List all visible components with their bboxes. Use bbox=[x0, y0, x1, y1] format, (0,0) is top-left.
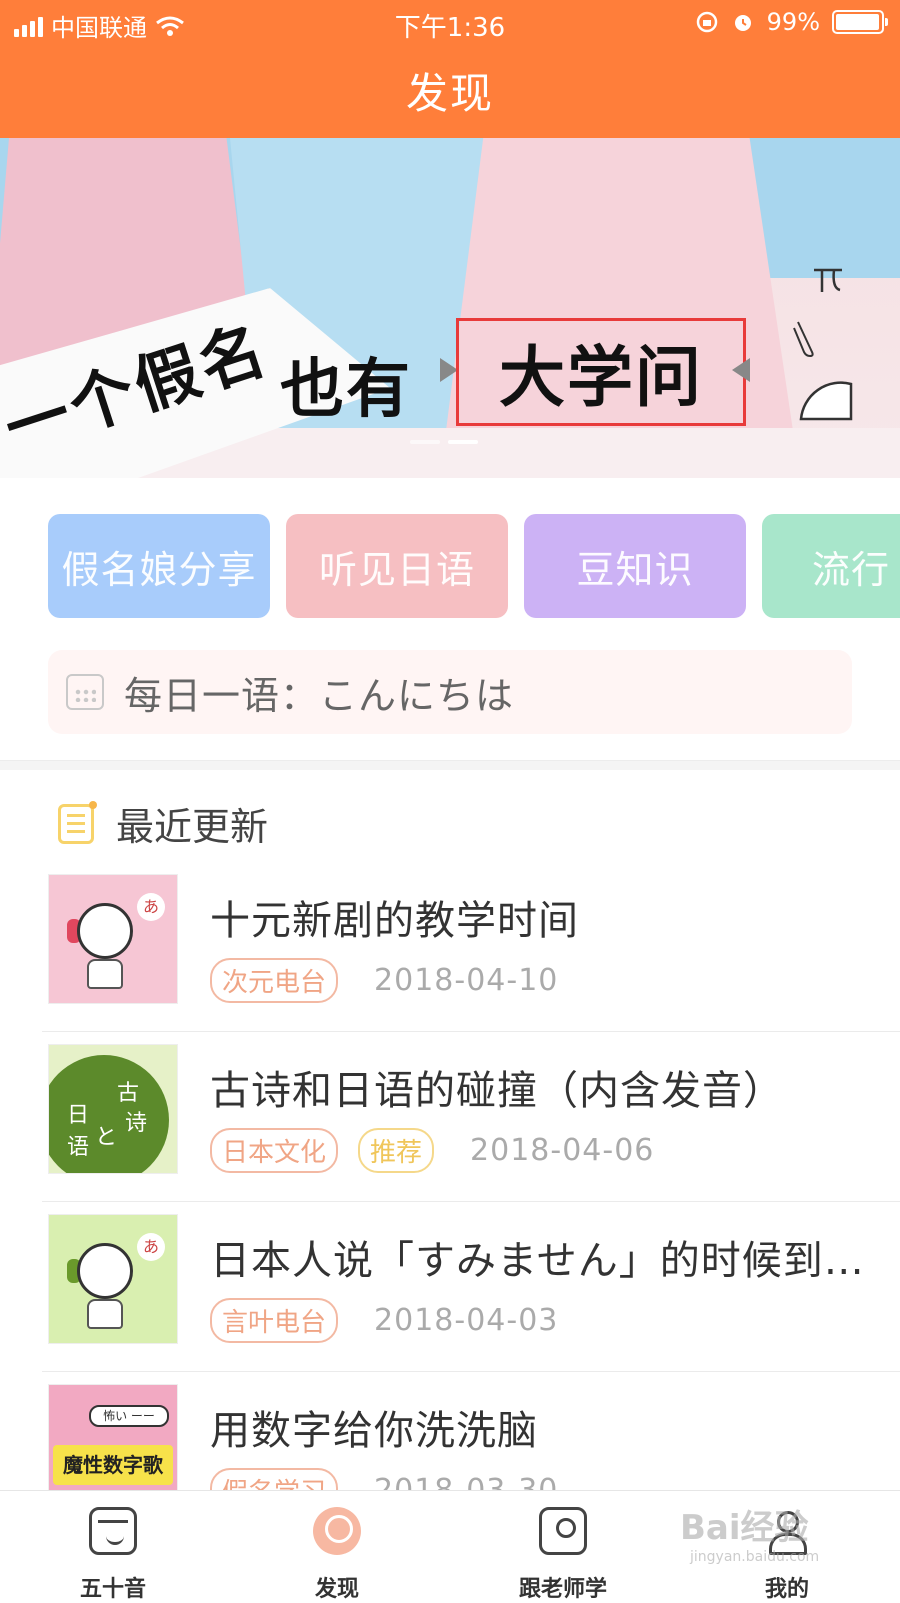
arrow-right-icon bbox=[732, 358, 750, 382]
daily-phrase-bar[interactable]: 每日一语：こんにちは bbox=[48, 650, 852, 734]
category-chip-trivia[interactable]: 豆知识 bbox=[524, 514, 746, 618]
recent-section-title: 最近更新 bbox=[116, 805, 269, 849]
list-item[interactable]: 古 诗 日 と 语 古诗和日语的碰撞（内含发音） 日本文化 推荐 2018-04… bbox=[42, 1032, 900, 1202]
speech-bubble-icon: あ bbox=[137, 1233, 165, 1261]
top-bar: 中国联通 下午1:36 99% 发现 bbox=[0, 0, 900, 138]
item-tag: 日本文化 bbox=[210, 1128, 339, 1173]
daily-phrase-text: 每日一语：こんにちは bbox=[124, 673, 515, 718]
pi-doodle-icon bbox=[814, 268, 842, 292]
teacher-icon bbox=[539, 1507, 587, 1555]
banner-highlight: 大学问 bbox=[456, 318, 746, 426]
tab-teacher[interactable]: 跟老师学 bbox=[488, 1491, 638, 1602]
item-date: 2018-04-10 bbox=[374, 963, 559, 998]
watermark: Bai经验 jingyan.baidu.com bbox=[680, 1508, 820, 1565]
promo-banner[interactable]: 一个假名 也有 大学问 bbox=[0, 138, 900, 478]
thumbnail-poem: 古 诗 日 と 语 bbox=[48, 1044, 178, 1174]
item-date: 2018-04-06 bbox=[470, 1133, 655, 1168]
item-tag: 次元电台 bbox=[210, 958, 339, 1003]
thumbnail-character-green: あ bbox=[48, 1214, 178, 1344]
item-tag: 言叶电台 bbox=[210, 1298, 339, 1343]
calendar-icon bbox=[66, 674, 104, 710]
tab-kana[interactable]: 五十音 bbox=[38, 1491, 188, 1602]
list-item[interactable]: あ 十元新剧的教学时间 次元电台 2018-04-10 bbox=[42, 862, 900, 1032]
item-title: 十元新剧的教学时间 bbox=[210, 898, 579, 944]
kana-book-icon bbox=[89, 1507, 137, 1555]
battery-percent: 99% bbox=[766, 8, 820, 36]
status-bar: 中国联通 下午1:36 99% bbox=[0, 0, 900, 46]
item-tag-recommend: 推荐 bbox=[358, 1128, 435, 1173]
clip-doodle-icon bbox=[793, 321, 814, 358]
recent-section-header: 最近更新 bbox=[58, 796, 268, 851]
category-chip-share[interactable]: 假名娘分享 bbox=[48, 514, 270, 618]
category-chip-listen[interactable]: 听见日语 bbox=[286, 514, 508, 618]
page-title: 发现 bbox=[405, 69, 494, 118]
item-title: 日本人说「すみません」的时候到… bbox=[210, 1238, 865, 1284]
thumbnail-character-pink: あ bbox=[48, 874, 178, 1004]
tab-discover[interactable]: 发现 bbox=[262, 1491, 412, 1602]
banner-pager bbox=[410, 440, 478, 444]
section-divider bbox=[0, 760, 900, 770]
speech-bubble-icon: あ bbox=[137, 893, 165, 921]
rotation-lock-icon bbox=[696, 11, 717, 33]
protractor-doodle-icon bbox=[799, 381, 853, 421]
list-item[interactable]: あ 日本人说「すみません」的时候到… 言叶电台 2018-04-03 bbox=[42, 1202, 900, 1372]
item-title: 古诗和日语的碰撞（内含发音） bbox=[210, 1068, 784, 1114]
discover-icon bbox=[313, 1507, 361, 1555]
banner-headline-2: 也有 bbox=[280, 353, 412, 427]
item-date: 2018-04-03 bbox=[374, 1303, 559, 1338]
item-title: 用数字给你洗洗脑 bbox=[210, 1408, 538, 1454]
alarm-icon bbox=[734, 15, 751, 31]
battery-icon bbox=[832, 10, 888, 34]
list-icon bbox=[58, 800, 97, 844]
category-chip-popular[interactable]: 流行 bbox=[762, 514, 900, 618]
category-row: 假名娘分享 听见日语 豆知识 流行 bbox=[48, 514, 900, 618]
